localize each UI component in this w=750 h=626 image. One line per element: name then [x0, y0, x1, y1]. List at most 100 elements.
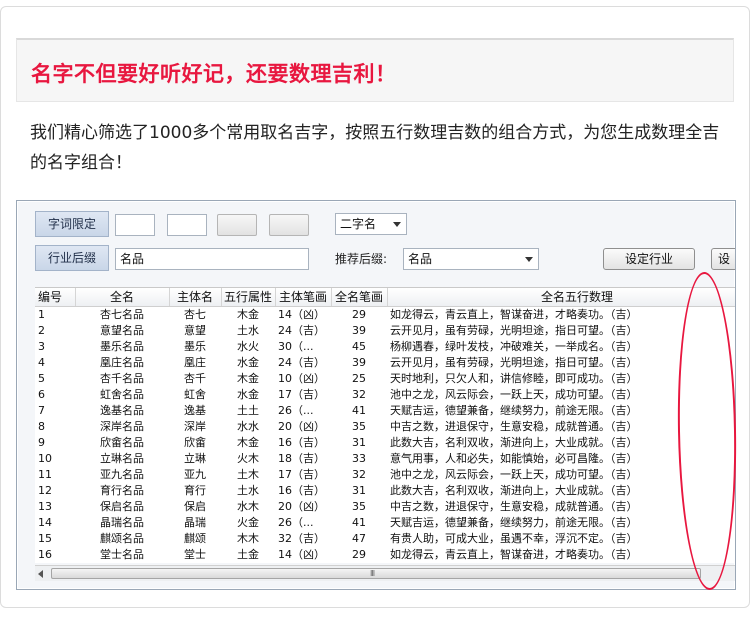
table-cell: 10（凶） [278, 371, 325, 385]
column-header[interactable]: 编号 [35, 288, 76, 307]
table-cell: 木金 [237, 307, 259, 321]
column-header[interactable]: 五行属性 [221, 288, 276, 307]
table-cell: 31 [352, 483, 366, 497]
table-cell: 墨乐 [184, 339, 206, 353]
column-header[interactable]: 全名笔画 [331, 288, 388, 307]
recommended-suffix-label: 推荐后缀: [335, 252, 388, 266]
table-row[interactable]: 7 逸基名品 逸基 土土 26（... 41 天赋吉运，德望兼备，继续努力，前途无限。（吉） [35, 403, 735, 419]
table-cell: 31 [352, 435, 366, 449]
table-cell: 麒颂名品 [100, 531, 144, 545]
table-cell: 24（吉） [278, 355, 325, 369]
table-row[interactable]: 6 虹舍名品 虹舍 水金 17（吉） 32 池中之龙，风云际会，一跃上天，成功可望。（吉） [35, 387, 735, 403]
table-cell: 9 [38, 435, 45, 449]
table-row[interactable]: 1 杏七名品 杏七 木金 14（凶） 29 如龙得云，青云直上，智谋奋进，才略奏功。（吉） [35, 306, 735, 323]
table-cell: 保启名品 [100, 499, 144, 513]
table-cell: 云开见月，虽有劳碌，光明坦途，指日可望。（吉） [390, 323, 638, 337]
table-cell: 堂士名品 [100, 547, 144, 561]
table-cell: 逸基名品 [100, 403, 144, 417]
table-row[interactable]: 16 堂士名品 堂士 土金 14（凶） 29 如龙得云，青云直上，智谋奋进，才略奏功。（吉） [35, 547, 735, 563]
set-industry-button[interactable]: 设定行业 [603, 248, 695, 270]
char-limit-button-2[interactable] [269, 214, 309, 236]
industry-suffix-input[interactable]: 名品 [115, 248, 309, 270]
table-row[interactable]: 3 墨乐名品 墨乐 水火 30（... 45 杨柳遇春，绿叶发枝，冲破难关，一举成名。（吉） [35, 339, 735, 355]
table-cell: 1 [38, 307, 45, 321]
char-limit-input-1[interactable] [115, 214, 155, 236]
table-cell: 虹舍名品 [100, 387, 144, 401]
table-cell: 池中之龙，风云际会，一跃上天，成功可望。（吉） [390, 387, 638, 401]
banner-title: 名字不但要好听好记，还要数理吉利！ [31, 62, 397, 86]
scrollbar-thumb[interactable]: III [51, 568, 701, 579]
table-cell: 土金 [237, 547, 259, 561]
intro-text: 我们精心筛选了1000多个常用取名吉字，按照五行数理吉数的组合方式，为您生成数理… [30, 123, 720, 173]
table-cell: 33 [352, 451, 366, 465]
table-cell: 35 [352, 499, 366, 513]
table-row[interactable]: 8 深岸名品 深岸 水水 20（凶） 35 中吉之数，进退保守，生意安稳，成就普通。（吉） [35, 419, 735, 435]
column-header[interactable]: 主体笔画 [275, 288, 332, 307]
table-cell: 32 [352, 467, 366, 481]
table-cell: 2 [38, 323, 45, 337]
table-row[interactable]: 13 保启名品 保启 水木 20（凶） 35 中吉之数，进退保守，生意安稳，成就普通。（吉） [35, 499, 735, 515]
table-cell: 水金 [237, 355, 259, 369]
table-cell: 16（吉） [278, 483, 325, 497]
table-cell: 12 [38, 483, 52, 497]
table-cell: 墨乐名品 [100, 339, 144, 353]
table-cell: 20（凶） [278, 419, 325, 433]
horizontal-scrollbar[interactable]: III [35, 565, 735, 581]
scroll-left-arrow-icon[interactable] [38, 570, 43, 578]
table-cell: 深岸 [184, 419, 206, 433]
table-cell: 3 [38, 339, 45, 353]
table-cell: 杏七 [184, 307, 206, 321]
table-cell: 13 [38, 499, 52, 513]
table-cell: 16（吉） [278, 435, 325, 449]
app-window: 字词限定 二字名 行业后缀 名品 推荐后缀: 名品 设定行业 设 编号 全名 主… [16, 200, 736, 590]
char-limit-label: 字词限定 [35, 211, 109, 237]
table-cell: 木金 [237, 435, 259, 449]
table-row[interactable]: 2 意望名品 意望 土水 24（吉） 39 云开见月，虽有劳碌，光明坦途，指日可望。（吉） [35, 323, 735, 339]
banner: 名字不但要好听好记，还要数理吉利！ [16, 38, 734, 102]
table-row[interactable]: 4 凰庄名品 凰庄 水金 24（吉） 39 云开见月，虽有劳碌，光明坦途，指日可望。（吉） [35, 355, 735, 371]
table-cell: 14（凶） [278, 547, 325, 561]
table-cell: 虹舍 [184, 387, 206, 401]
table-row[interactable]: 11 亚九名品 亚九 土木 17（吉） 32 池中之龙，风云际会，一跃上天，成功可望。（吉） [35, 467, 735, 483]
table-cell: 意望 [184, 323, 206, 337]
table-cell: 8 [38, 419, 45, 433]
cut-off-button[interactable]: 设 [711, 248, 735, 270]
table-cell: 29 [352, 307, 366, 321]
table-cell: 木木 [237, 531, 259, 545]
table-row[interactable]: 9 欣畲名品 欣畲 木金 16（吉） 31 此数大吉，名利双收，渐进向上，大业成就。（吉） [35, 435, 735, 451]
table-row[interactable]: 14 晶瑞名品 晶瑞 火金 26（... 41 天赋吉运，德望兼备，继续努力，前途无限。（吉… [35, 515, 735, 531]
table-cell: 土木 [237, 467, 259, 481]
recommended-suffix-value: 名品 [408, 252, 433, 266]
table-row[interactable]: 12 育行名品 育行 土水 16（吉） 31 此数大吉，名利双收，渐进向上，大业成就。（吉） [35, 483, 735, 499]
char-limit-input-2[interactable] [167, 214, 207, 236]
table-cell: 亚九名品 [100, 467, 144, 481]
name-length-select[interactable]: 二字名 [335, 213, 407, 235]
recommended-suffix-select[interactable]: 名品 [403, 248, 539, 270]
table-cell: 30（... [278, 339, 314, 353]
table-cell: 晶瑞名品 [100, 515, 144, 529]
column-header[interactable]: 全名 [75, 288, 170, 307]
table-row[interactable]: 10 立琳名品 立琳 火木 18（吉） 33 意气用事，人和必失，如能慎始，必可昌隆。（吉） [35, 451, 735, 467]
table-row[interactable]: 15 麒颂名品 麒颂 木木 32（吉） 47 有贵人助，可成大业，虽遇不幸，浮沉不定。（吉） [35, 531, 735, 547]
table-cell: 深岸名品 [100, 419, 144, 433]
table-cell: 凰庄名品 [100, 355, 144, 369]
table-cell: 25 [352, 371, 366, 385]
table-cell: 欣畲 [184, 435, 206, 449]
table-cell: 意气用事，人和必失，如能慎始，必可昌隆。（吉） [390, 451, 638, 465]
table-cell: 欣畲名品 [100, 435, 144, 449]
name-length-select-value: 二字名 [340, 217, 377, 231]
table-cell: 堂士 [184, 547, 206, 561]
table-row[interactable]: 5 杏千名品 杏千 木金 10（凶） 25 天时地利，只欠人和，讲信修睦，即可成功。（吉） [35, 371, 735, 387]
column-header[interactable]: 主体名 [169, 288, 222, 307]
table-cell: 6 [38, 387, 45, 401]
char-limit-button-1[interactable] [217, 214, 257, 236]
table-cell: 池中之龙，风云际会，一跃上天，成功可望。（吉） [390, 467, 638, 481]
table-cell: 4 [38, 355, 45, 369]
table-cell: 土土 [237, 403, 259, 417]
table-cell: 32（吉） [278, 531, 325, 545]
table-cell: 天时地利，只欠人和，讲信修睦，即可成功。（吉） [390, 371, 638, 385]
table-cell: 水水 [237, 419, 259, 433]
table-cell: 24（吉） [278, 323, 325, 337]
column-header[interactable]: 全名五行数理 [387, 288, 735, 307]
chevron-down-icon [393, 222, 401, 227]
